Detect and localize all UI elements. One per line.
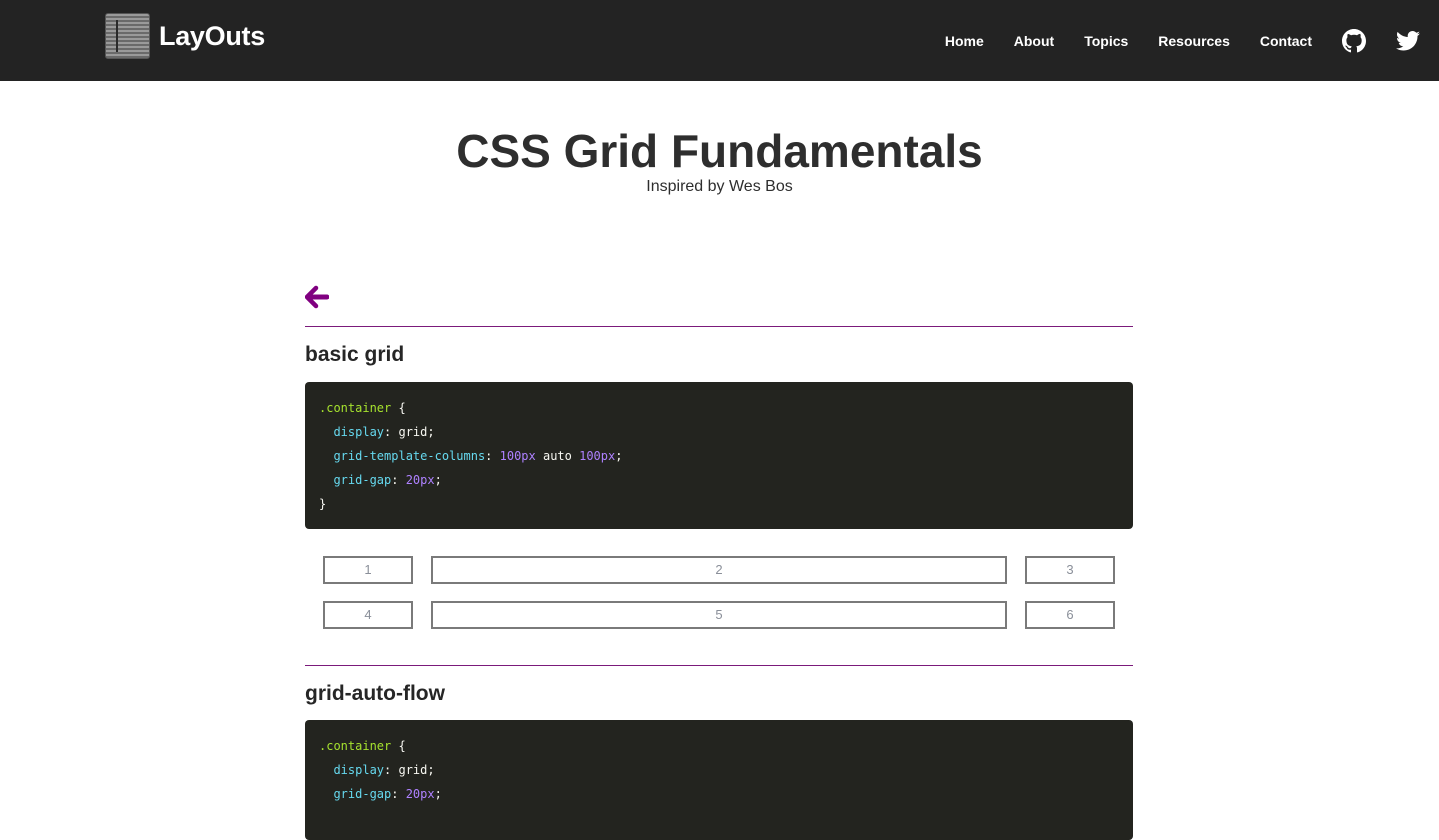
nav-home[interactable]: Home xyxy=(945,33,984,49)
code-token: grid-gap xyxy=(319,787,392,801)
github-icon[interactable] xyxy=(1342,28,1366,53)
site-header: LayOuts Home About Topics Resources Cont… xyxy=(0,0,1439,81)
page-title: CSS Grid Fundamentals xyxy=(456,125,983,177)
code-token: : grid; xyxy=(384,763,435,777)
code-token: grid-template-columns xyxy=(319,449,486,463)
code-token: display xyxy=(319,763,385,777)
grid-cell: 5 xyxy=(431,601,1007,629)
code-line: .container { xyxy=(319,396,1119,420)
code-token: { xyxy=(391,739,406,753)
code-token: 100px xyxy=(579,449,616,463)
code-token: grid-gap xyxy=(319,473,392,487)
code-token: ; xyxy=(434,787,442,801)
section-title: grid-auto-flow xyxy=(305,682,445,705)
code-line: display: grid; xyxy=(319,420,1119,444)
page-subtitle: Inspired by Wes Bos xyxy=(646,178,793,195)
section-divider xyxy=(305,665,1133,666)
brand-name: LayOuts xyxy=(159,20,265,51)
code-line: display: grid; xyxy=(319,758,1119,782)
code-line: .container { xyxy=(319,734,1119,758)
code-line: grid-gap: 20px; xyxy=(319,782,1119,806)
code-token: { xyxy=(391,401,406,415)
code-token: : grid; xyxy=(384,425,435,439)
main-nav: Home About Topics Resources Contact xyxy=(945,0,1439,81)
twitter-icon[interactable] xyxy=(1396,30,1420,51)
grid-cell: 1 xyxy=(323,556,413,584)
grid-cell: 6 xyxy=(1025,601,1115,629)
code-token: : xyxy=(485,449,500,463)
nav-about[interactable]: About xyxy=(1014,33,1054,49)
code-block: .container { display: grid; grid-templat… xyxy=(305,382,1133,529)
nav-topics[interactable]: Topics xyxy=(1084,33,1128,49)
code-token: ; xyxy=(434,473,442,487)
section-divider xyxy=(305,326,1133,327)
code-line: grid-gap: 20px; xyxy=(319,468,1119,492)
brand-link[interactable]: LayOuts xyxy=(105,13,265,59)
section-title: basic grid xyxy=(305,343,405,366)
code-token: display xyxy=(319,425,385,439)
code-token: .container xyxy=(319,401,392,415)
code-token: auto xyxy=(535,449,580,463)
logo-icon xyxy=(105,13,150,59)
code-token: : xyxy=(391,787,406,801)
code-token: : xyxy=(391,473,406,487)
code-token: 100px xyxy=(499,449,536,463)
code-line: grid-template-columns: 100px auto 100px; xyxy=(319,444,1119,468)
back-arrow-icon[interactable] xyxy=(304,285,330,314)
code-token: } xyxy=(319,497,327,511)
grid-cell: 3 xyxy=(1025,556,1115,584)
code-block: .container { display: grid; grid-gap: 20… xyxy=(305,720,1133,840)
nav-contact[interactable]: Contact xyxy=(1260,33,1312,49)
code-token: 20px xyxy=(405,787,435,801)
grid-cell: 2 xyxy=(431,556,1007,584)
code-token: .container xyxy=(319,739,392,753)
code-token: 20px xyxy=(405,473,435,487)
code-token: ; xyxy=(615,449,623,463)
grid-cell: 4 xyxy=(323,601,413,629)
code-line: } xyxy=(319,492,1119,516)
nav-resources[interactable]: Resources xyxy=(1158,33,1230,49)
